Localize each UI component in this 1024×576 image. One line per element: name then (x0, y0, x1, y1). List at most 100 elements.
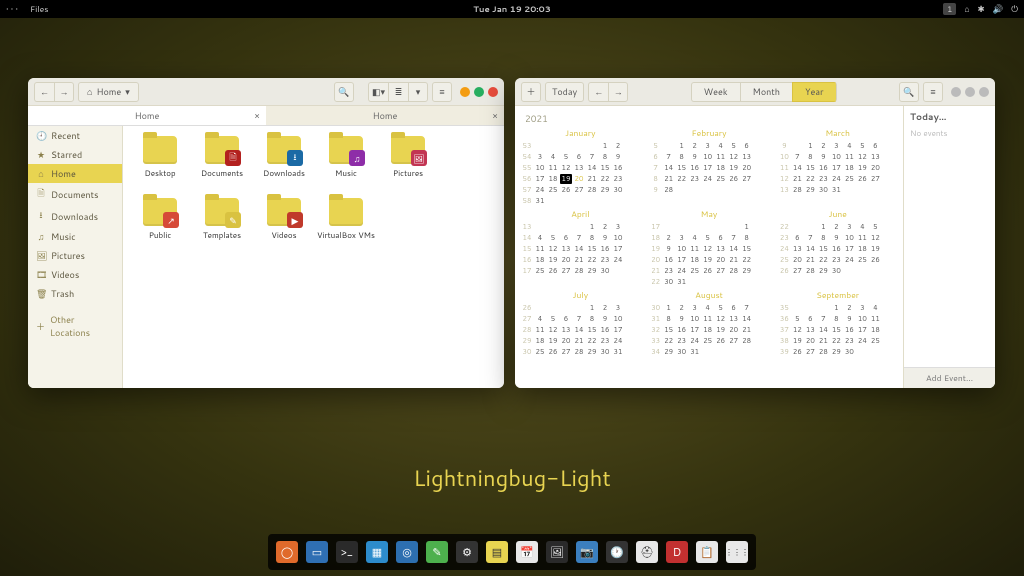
day-cell[interactable]: 1 (599, 141, 611, 151)
day-cell[interactable]: 7 (586, 152, 598, 162)
day-cell[interactable]: 9 (599, 233, 611, 243)
day-cell[interactable]: 22 (804, 174, 816, 184)
day-cell[interactable]: 30 (599, 347, 611, 357)
dock-app-11[interactable]: 🕐 (606, 541, 628, 563)
day-cell[interactable]: 23 (612, 174, 624, 184)
dock-app-8[interactable]: 📅 (516, 541, 538, 563)
day-cell[interactable]: 18 (534, 255, 546, 265)
clock[interactable]: Tue Jan 19 20:03 (473, 3, 551, 15)
day-cell[interactable]: 27 (715, 266, 727, 276)
close-icon[interactable]: × (254, 109, 260, 122)
day-cell[interactable]: 18 (702, 325, 714, 335)
day-cell[interactable]: 24 (830, 174, 842, 184)
day-cell[interactable]: 20 (791, 255, 803, 265)
day-cell[interactable]: 14 (804, 244, 816, 254)
day-cell[interactable]: 21 (728, 255, 740, 265)
day-cell[interactable]: 2 (599, 222, 611, 232)
day-cell[interactable]: 27 (741, 174, 753, 184)
minimize-button[interactable] (460, 87, 470, 97)
day-cell[interactable]: 13 (791, 244, 803, 254)
dock-app-14[interactable]: 📋 (696, 541, 718, 563)
day-cell[interactable]: 10 (689, 314, 701, 324)
day-cell[interactable]: 29 (804, 185, 816, 195)
day-cell[interactable]: 27 (573, 185, 585, 195)
dock-app-1[interactable]: ▭ (306, 541, 328, 563)
day-cell[interactable]: 9 (612, 152, 624, 162)
day-cell[interactable]: 10 (843, 233, 855, 243)
day-cell[interactable]: 22 (599, 174, 611, 184)
day-cell[interactable]: 2 (817, 141, 829, 151)
dock-app-9[interactable]: 🖼 (546, 541, 568, 563)
day-cell[interactable]: 11 (534, 325, 546, 335)
day-cell[interactable]: 24 (676, 266, 688, 276)
day-cell[interactable]: 6 (560, 314, 572, 324)
dock-app-12[interactable]: ⛑ (636, 541, 658, 563)
day-cell[interactable]: 29 (830, 347, 842, 357)
day-cell[interactable]: 9 (689, 152, 701, 162)
day-cell[interactable]: 29 (586, 266, 598, 276)
day-cell[interactable]: 16 (817, 163, 829, 173)
view-year[interactable]: Year (792, 82, 837, 102)
day-cell[interactable]: 16 (689, 163, 701, 173)
day-cell[interactable]: 24 (843, 255, 855, 265)
day-cell[interactable]: 5 (791, 314, 803, 324)
month-name[interactable]: July (521, 289, 640, 301)
current-app[interactable]: Files (30, 3, 49, 15)
day-cell[interactable]: 19 (547, 336, 559, 346)
month-name[interactable]: June (778, 208, 897, 220)
day-cell[interactable]: 6 (560, 233, 572, 243)
day-cell[interactable]: 12 (702, 244, 714, 254)
day-cell[interactable]: 20 (804, 336, 816, 346)
day-cell[interactable]: 5 (702, 233, 714, 243)
day-cell[interactable]: 14 (663, 163, 675, 173)
sidebar-item-recent[interactable]: 🕘Recent (28, 126, 122, 145)
day-cell[interactable]: 2 (830, 222, 842, 232)
day-cell[interactable]: 6 (715, 233, 727, 243)
day-cell[interactable]: 8 (830, 314, 842, 324)
path-bar[interactable]: ⌂ Home ▾ (78, 82, 139, 102)
day-cell[interactable]: 11 (843, 152, 855, 162)
day-cell[interactable]: 21 (817, 336, 829, 346)
day-cell[interactable]: 8 (586, 314, 598, 324)
day-cell[interactable]: 16 (663, 255, 675, 265)
folder-virtualbox-vms[interactable]: VirtualBox VMs (315, 198, 377, 260)
day-cell[interactable]: 9 (599, 314, 611, 324)
day-cell[interactable]: 27 (560, 266, 572, 276)
sidebar-item-music[interactable]: ♫Music (28, 227, 122, 246)
day-cell[interactable]: 12 (728, 152, 740, 162)
day-cell[interactable]: 19 (715, 325, 727, 335)
day-cell[interactable]: 28 (817, 347, 829, 357)
day-cell[interactable]: 1 (830, 303, 842, 313)
day-cell[interactable]: 19 (547, 255, 559, 265)
day-cell[interactable]: 10 (702, 152, 714, 162)
day-cell[interactable]: 31 (689, 347, 701, 357)
dock-app-7[interactable]: ▤ (486, 541, 508, 563)
day-cell[interactable]: 5 (728, 141, 740, 151)
day-cell[interactable]: 22 (586, 255, 598, 265)
day-cell[interactable]: 8 (741, 233, 753, 243)
dock-app-10[interactable]: 📷 (576, 541, 598, 563)
day-cell[interactable]: 19 (856, 163, 868, 173)
day-cell[interactable]: 10 (612, 233, 624, 243)
day-cell[interactable]: 11 (547, 163, 559, 173)
folder-pictures[interactable]: 🖼Pictures (377, 136, 439, 198)
day-cell[interactable]: 7 (663, 152, 675, 162)
day-cell[interactable]: 10 (830, 152, 842, 162)
day-cell[interactable]: 12 (547, 244, 559, 254)
search-button[interactable]: 🔍 (334, 82, 354, 102)
day-cell[interactable]: 8 (599, 152, 611, 162)
day-cell[interactable]: 8 (663, 314, 675, 324)
day-cell[interactable]: 23 (676, 336, 688, 346)
day-cell[interactable]: 22 (586, 336, 598, 346)
day-cell[interactable]: 3 (676, 233, 688, 243)
day-cell[interactable]: 16 (599, 244, 611, 254)
day-cell[interactable]: 13 (560, 244, 572, 254)
day-cell[interactable]: 27 (728, 336, 740, 346)
day-cell[interactable]: 15 (676, 163, 688, 173)
day-cell[interactable]: 16 (599, 325, 611, 335)
day-cell[interactable]: 9 (843, 314, 855, 324)
day-cell[interactable]: 17 (702, 163, 714, 173)
day-cell[interactable]: 5 (547, 314, 559, 324)
day-cell[interactable]: 27 (869, 174, 881, 184)
day-cell[interactable]: 16 (676, 325, 688, 335)
